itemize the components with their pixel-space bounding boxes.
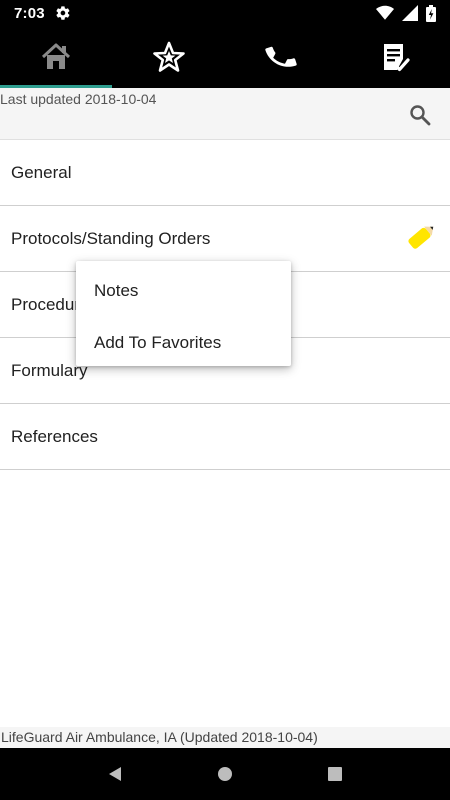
tab-phone[interactable]: [225, 26, 338, 88]
list-item-general[interactable]: General: [0, 140, 450, 206]
list-item-label: References: [11, 426, 98, 446]
footer-text: LifeGuard Air Ambulance, IA (Updated 201…: [0, 727, 450, 748]
last-updated-text: Last updated 2018-10-04: [0, 91, 157, 107]
tab-favorites[interactable]: [113, 26, 226, 88]
back-triangle-icon: [109, 767, 121, 781]
menu-item-notes[interactable]: Notes: [76, 265, 291, 317]
settings-gear-icon: [56, 6, 70, 20]
status-time: 7:03: [14, 4, 45, 22]
tab-home[interactable]: [0, 26, 113, 88]
cellular-signal-icon: [402, 5, 418, 21]
system-nav-bar: [0, 748, 450, 800]
nav-back-button[interactable]: [100, 759, 130, 789]
home-circle-icon: [218, 767, 232, 781]
home-icon: [42, 43, 71, 69]
star-icon: [152, 41, 185, 72]
phone-icon: [265, 46, 297, 67]
status-bar: 7:03: [0, 0, 450, 26]
wifi-icon: [376, 5, 394, 20]
list-item-label: General: [11, 162, 72, 182]
context-menu: Notes Add To Favorites: [76, 261, 291, 366]
tab-bar: [0, 26, 450, 88]
checklist-icon: [383, 44, 410, 72]
header-bar: Last updated 2018-10-04: [0, 88, 450, 140]
status-icons: [376, 4, 436, 22]
list-item-references[interactable]: References: [0, 404, 450, 470]
search-icon[interactable]: [408, 103, 432, 127]
list-item-label: Protocols/Standing Orders: [11, 228, 211, 248]
tab-checklist[interactable]: [338, 26, 450, 88]
nav-recents-button[interactable]: [320, 759, 350, 789]
menu-item-add-to-favorites[interactable]: Add To Favorites: [76, 317, 291, 369]
nav-home-button[interactable]: [210, 759, 240, 789]
note-pencil-icon[interactable]: [404, 220, 438, 254]
recents-square-icon: [328, 767, 342, 781]
battery-charging-icon: [426, 4, 436, 22]
